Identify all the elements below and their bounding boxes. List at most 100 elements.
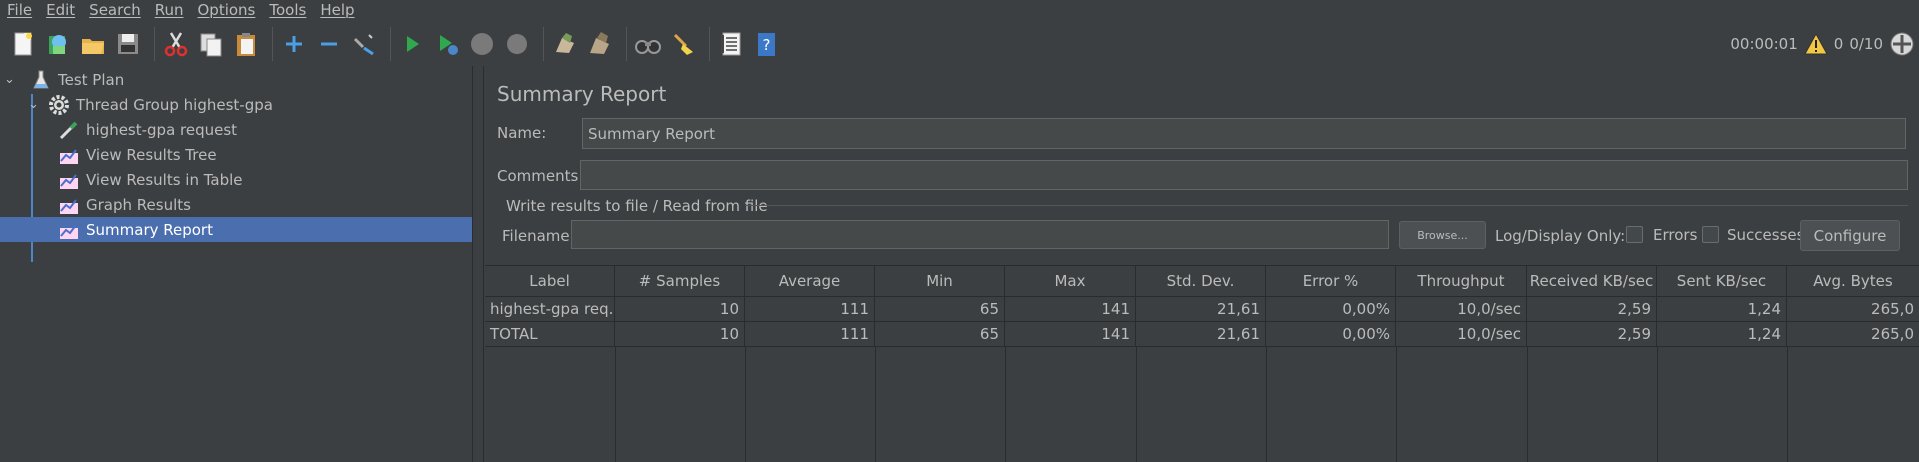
successes-label: Successes [1727,226,1805,244]
column-header[interactable]: Throughput [1396,266,1527,296]
grid-line [1005,347,1006,462]
menu-tools[interactable]: Tools [262,1,313,19]
menu-run[interactable]: Run [148,1,191,19]
group-divider [745,205,1908,206]
grid-line [1657,347,1658,462]
column-header[interactable]: # Samples [615,266,745,296]
save-icon[interactable] [113,28,142,60]
column-header[interactable]: Avg. Bytes [1787,266,1919,296]
tree-item-thread-group[interactable]: ⌄ Thread Group highest-gpa [0,92,472,117]
column-header[interactable]: Average [745,266,875,296]
search-icon[interactable] [633,28,662,60]
remote-status-icon[interactable] [1889,31,1915,57]
toolbar: ? [0,22,1919,66]
flask-icon [30,69,52,91]
table-cell: 111 [745,297,875,321]
tree-item-view-results-table[interactable]: View Results in Table [0,167,472,192]
toolbar-separator [154,27,155,61]
table-cell: 0,00% [1266,322,1396,346]
copy-icon[interactable] [196,28,225,60]
filename-label: Filename [502,227,570,245]
table-cell: highest-gpa req... [485,297,615,321]
column-header[interactable]: Error % [1266,266,1396,296]
name-field[interactable]: Summary Report [582,118,1906,149]
collapse-icon[interactable] [314,28,343,60]
menu-file[interactable]: File [0,1,39,19]
successes-checkbox[interactable] [1702,226,1719,243]
tree-item-label: Test Plan [58,70,125,89]
filename-field[interactable] [571,220,1389,249]
page-title: Summary Report [497,82,667,106]
svg-text:?: ? [762,36,770,54]
menu-search[interactable]: Search [82,1,148,19]
tree-item-graph-results[interactable]: Graph Results [0,192,472,217]
tree-item-test-plan[interactable]: ⌄ Test Plan [0,67,472,92]
status-area: 00:00:01 0 0/10 [1730,22,1919,66]
start-no-pause-icon[interactable] [432,28,461,60]
grid-line [1266,347,1267,462]
column-header[interactable]: Min [875,266,1005,296]
tree-item-label: Summary Report [86,220,213,239]
grid-line [1396,347,1397,462]
shutdown-icon[interactable] [502,28,531,60]
gear-icon [48,94,70,116]
listener-icon [58,194,80,216]
menu-options[interactable]: Options [190,1,262,19]
tree-item-label: highest-gpa request [86,120,238,139]
name-label: Name: [497,124,547,142]
toggle-icon[interactable] [349,28,378,60]
browse-button[interactable]: Browse... [1399,221,1486,249]
clear-icon[interactable] [550,28,579,60]
tree-item-label: View Results in Table [86,170,243,189]
new-icon[interactable] [8,28,37,60]
table-row[interactable]: highest-gpa req... 10 111 65 141 21,61 0… [485,297,1919,322]
open-icon[interactable] [78,28,107,60]
comments-field[interactable] [580,160,1908,190]
menu-edit[interactable]: Edit [39,1,82,19]
table-cell: TOTAL [485,322,615,346]
menu-help[interactable]: Help [313,1,361,19]
column-header[interactable]: Max [1005,266,1136,296]
reset-search-icon[interactable] [668,28,697,60]
summary-report-panel: Summary Report Name: Summary Report Comm… [485,66,1919,462]
table-header-row: Label # Samples Average Min Max Std. Dev… [485,265,1919,297]
table-cell: 65 [875,297,1005,321]
table-cell: 21,61 [1136,297,1266,321]
tree-item-sampler[interactable]: highest-gpa request [0,117,472,142]
column-header[interactable]: Std. Dev. [1136,266,1266,296]
column-header[interactable]: Label [485,266,615,296]
errors-checkbox[interactable] [1626,226,1643,243]
split-pane-divider[interactable] [472,66,484,462]
column-header[interactable]: Received KB/sec [1527,266,1657,296]
paste-icon[interactable] [231,28,260,60]
grid-line [1136,347,1137,462]
table-cell: 21,61 [1136,322,1266,346]
errors-label: Errors [1653,226,1698,244]
table-cell: 2,59 [1527,322,1657,346]
tree-item-summary-report[interactable]: Summary Report [0,217,472,242]
warning-icon[interactable] [1803,33,1828,55]
help-icon[interactable]: ? [751,28,780,60]
function-helper-icon[interactable] [716,28,745,60]
configure-button[interactable]: Configure [1800,220,1900,251]
tree-item-view-results-tree[interactable]: View Results Tree [0,142,472,167]
clear-all-icon[interactable] [585,28,614,60]
column-header[interactable]: Sent KB/sec [1657,266,1787,296]
stop-icon[interactable] [467,28,496,60]
menu-bar: File Edit Search Run Options Tools Help [0,0,1919,20]
table-cell: 2,59 [1527,297,1657,321]
grid-line [1527,347,1528,462]
warning-count: 0 [1833,35,1844,53]
chevron-down-icon[interactable]: ⌄ [28,97,42,112]
expand-icon[interactable] [279,28,308,60]
table-cell: 65 [875,322,1005,346]
table-cell: 1,24 [1657,322,1787,346]
toolbar-separator [709,27,710,61]
start-icon[interactable] [397,28,426,60]
cut-icon[interactable] [161,28,190,60]
templates-icon[interactable] [43,28,72,60]
tree-item-label: Thread Group highest-gpa [76,95,273,114]
chevron-down-icon[interactable]: ⌄ [4,72,18,87]
table-row[interactable]: TOTAL 10 111 65 141 21,61 0,00% 10,0/sec… [485,322,1919,347]
table-cell: 10 [615,322,745,346]
